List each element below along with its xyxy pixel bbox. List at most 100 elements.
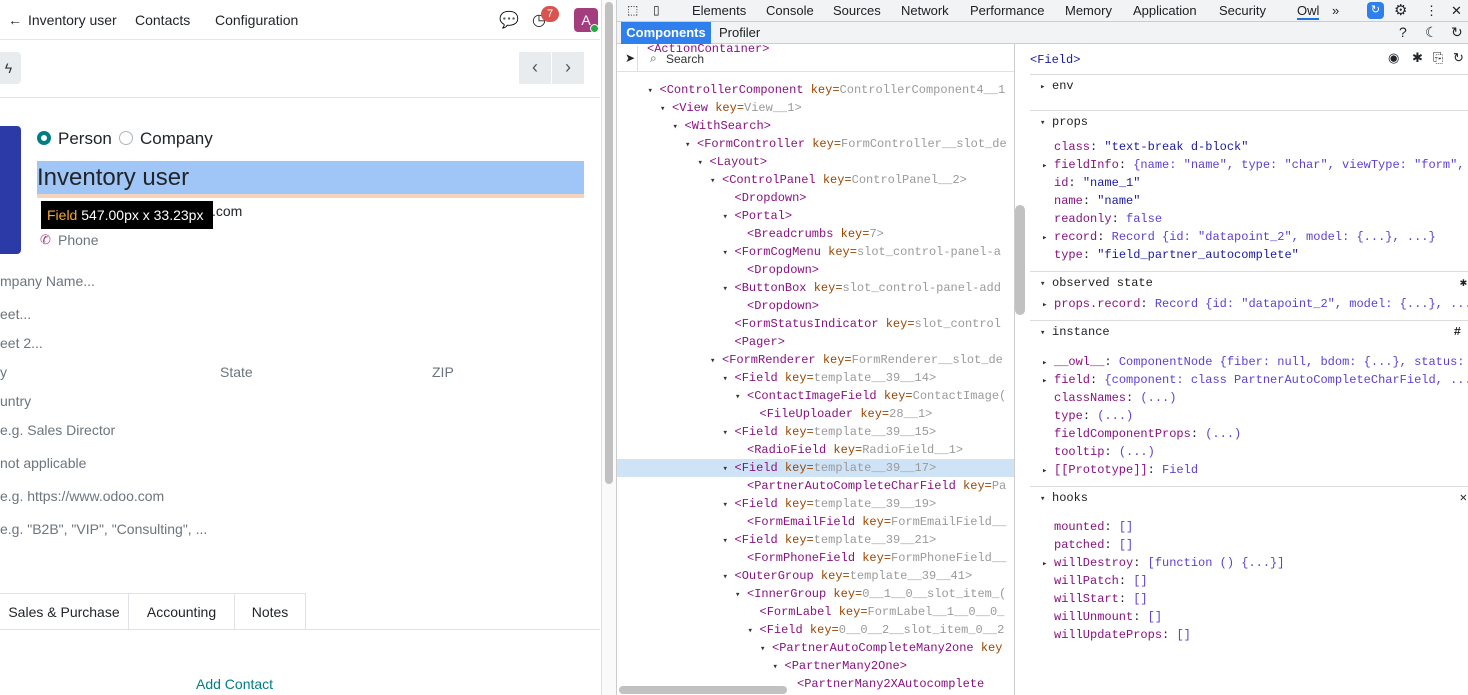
expand-toggle-icon[interactable]: ▾ [723, 496, 735, 514]
detail-row[interactable]: willStart: [] [1042, 590, 1148, 608]
hash-icon[interactable]: # [1454, 321, 1461, 343]
menu-configuration[interactable]: Configuration [215, 12, 298, 28]
tree-row[interactable]: <FormLabel key=FormLabel__1__0__0_ [617, 603, 1014, 621]
close-devtools-icon[interactable]: ✕ [1451, 3, 1462, 19]
tab-profiler[interactable]: Profiler [719, 25, 760, 40]
name-value[interactable]: Inventory user [37, 164, 189, 192]
section-env[interactable]: ▸ env [1030, 74, 1468, 96]
detail-row[interactable]: fieldComponentProps: (...) [1042, 425, 1241, 443]
help-icon[interactable]: ? [1399, 24, 1407, 40]
tree-row[interactable]: ▾ <ContactImageField key=ContactImage( [617, 387, 1014, 406]
page-scrollbar[interactable] [601, 0, 616, 695]
expand-toggle-icon[interactable]: ▸ [1042, 157, 1054, 175]
tree-hscroll-thumb[interactable] [619, 686, 787, 694]
contact-image[interactable] [0, 126, 21, 254]
detail-row[interactable]: readonly: false [1042, 210, 1162, 228]
detail-row[interactable]: class: "text-break d-block" [1042, 138, 1248, 156]
vat-input[interactable]: not applicable [0, 455, 86, 471]
detail-row[interactable]: id: "name_1" [1042, 174, 1140, 192]
inspect-icon[interactable]: ⬚ [627, 3, 638, 17]
expand-toggle-icon[interactable]: ▸ [1042, 372, 1054, 390]
detail-row[interactable]: classNames: (...) [1042, 389, 1176, 407]
expand-toggle-icon[interactable]: ▾ [748, 622, 760, 640]
pager-prev-button[interactable]: ‹ [519, 52, 551, 84]
tree-row[interactable]: <FormEmailField key=FormEmailField__ [617, 513, 1014, 531]
tab-console[interactable]: Console [766, 3, 814, 18]
tab-owl[interactable]: Owl [1297, 3, 1320, 20]
settings-gear-icon[interactable]: ⚙ [1394, 1, 1407, 19]
person-radio[interactable] [37, 131, 51, 145]
street2-input[interactable]: eet 2... [0, 335, 43, 351]
detail-row[interactable]: ▸ fieldInfo: {name: "name", type: "char",… [1042, 156, 1464, 175]
tree-row[interactable]: ▾ <FormCogMenu key=slot_control-panel-a [617, 243, 1014, 262]
detail-row[interactable]: type: (...) [1042, 407, 1133, 425]
tree-row[interactable]: <Dropdown> [617, 189, 1014, 207]
expand-toggle-icon[interactable]: ▾ [735, 388, 747, 406]
expand-toggle-icon[interactable]: ▾ [685, 136, 697, 154]
section-hooks[interactable]: ▾ hooks ✕ [1030, 486, 1468, 508]
tree-row[interactable]: ▾ <Field key=template__39__19> [617, 495, 1014, 514]
expand-toggle-icon[interactable]: ▸ [1042, 462, 1054, 480]
expand-toggle-icon[interactable]: ▸ [1042, 354, 1054, 372]
expand-toggle-icon[interactable]: ▾ [735, 586, 747, 604]
tree-row[interactable]: <ActionContainer> [617, 44, 1014, 58]
tab-components[interactable]: Components [621, 22, 711, 44]
expand-toggle-icon[interactable]: ▾ [660, 100, 672, 118]
country-input[interactable]: untry [0, 393, 31, 409]
zip-input[interactable]: ZIP [432, 364, 454, 380]
tree-row[interactable]: <Pager> [617, 333, 1014, 351]
detail-row[interactable]: ▸ field: {component: class PartnerAutoCom… [1042, 371, 1468, 390]
detail-row[interactable]: name: "name" [1042, 192, 1140, 210]
back-arrow-icon[interactable]: ← [8, 12, 22, 28]
street-input[interactable]: eet... [0, 306, 31, 322]
expand-toggle-icon[interactable]: ▾ [710, 352, 722, 370]
dark-mode-icon[interactable]: ☾ [1425, 24, 1438, 41]
expand-toggle-icon[interactable]: ▾ [723, 532, 735, 550]
expand-toggle-icon[interactable]: ▾ [723, 244, 735, 262]
tree-row[interactable]: ▾ <ControlPanel key=ControlPanel__2> [617, 171, 1014, 189]
refresh-component-icon[interactable]: ↻ [1453, 50, 1464, 66]
tree-row[interactable]: ▾ <Field key=template__39__21> [617, 531, 1014, 550]
more-tabs-icon[interactable]: » [1332, 3, 1339, 18]
detail-row[interactable]: ▸ [[Prototype]]: Field [1042, 461, 1198, 480]
menu-contacts[interactable]: Contacts [135, 12, 190, 28]
tree-vscroll-thumb[interactable] [1015, 205, 1025, 315]
expand-toggle-icon[interactable]: ▾ [723, 370, 735, 388]
phone-input[interactable]: Phone [58, 232, 98, 248]
detail-row[interactable]: ▸ willDestroy: [function () {...}] [1042, 554, 1284, 573]
extension-icon[interactable]: ↻ [1367, 2, 1384, 19]
tab-memory[interactable]: Memory [1065, 3, 1112, 18]
tree-row[interactable]: ▾ <ButtonBox key=slot_control-panel-add [617, 279, 1014, 298]
expand-toggle-icon[interactable]: ▾ [723, 280, 735, 298]
tab-network[interactable]: Network [901, 3, 949, 18]
company-radio[interactable] [119, 131, 133, 145]
refresh-icon[interactable]: ↻ [1451, 24, 1463, 41]
tab-application[interactable]: Application [1133, 3, 1197, 18]
tree-row[interactable]: <Dropdown> [617, 261, 1014, 279]
section-props[interactable]: ▾ props [1030, 110, 1468, 132]
expand-toggle-icon[interactable]: ▸ [1042, 229, 1054, 247]
detail-row[interactable]: ▸ props.record: Record {id: "datapoint_2"… [1042, 295, 1468, 314]
code-icon[interactable]: ⎘ [1433, 50, 1443, 66]
pager-next-button[interactable]: › [552, 52, 584, 84]
tree-row[interactable]: ▾ <InnerGroup key=0__1__0__slot_item_( [617, 585, 1014, 604]
tree-row[interactable]: <FormPhoneField key=FormPhoneField__ [617, 549, 1014, 567]
tree-row[interactable]: ▾ <View key=View__1> [617, 99, 1014, 118]
detail-row[interactable]: willUpdateProps: [] [1042, 626, 1191, 644]
tree-row[interactable]: <FormStatusIndicator key=slot_control [617, 315, 1014, 333]
kebab-menu-icon[interactable]: ⋮ [1425, 3, 1438, 19]
tree-row[interactable]: ▾ <FormController key=FormController__slo… [617, 135, 1014, 154]
bolt-button[interactable]: ϟ [0, 52, 21, 84]
tab-performance[interactable]: Performance [970, 3, 1044, 18]
tree-row-selected[interactable]: ▾ <Field key=template__39__17> [617, 459, 1014, 477]
chat-icon[interactable]: 💬 [499, 10, 519, 30]
tree-row[interactable]: ▾ <WithSearch> [617, 117, 1014, 135]
tree-row[interactable]: <Breadcrumbs key=7> [617, 225, 1014, 243]
tree-row[interactable]: <RadioField key=RadioField__1> [617, 441, 1014, 459]
tab-sales-purchase[interactable]: Sales & Purchase [0, 593, 129, 630]
state-input[interactable]: State [220, 364, 253, 380]
expand-toggle-icon[interactable]: ▾ [773, 658, 785, 676]
tree-row[interactable]: ▾ <Field key=template__39__15> [617, 423, 1014, 441]
bug-icon-small[interactable]: ✱ [1460, 272, 1467, 294]
tab-elements[interactable]: Elements [692, 3, 746, 18]
